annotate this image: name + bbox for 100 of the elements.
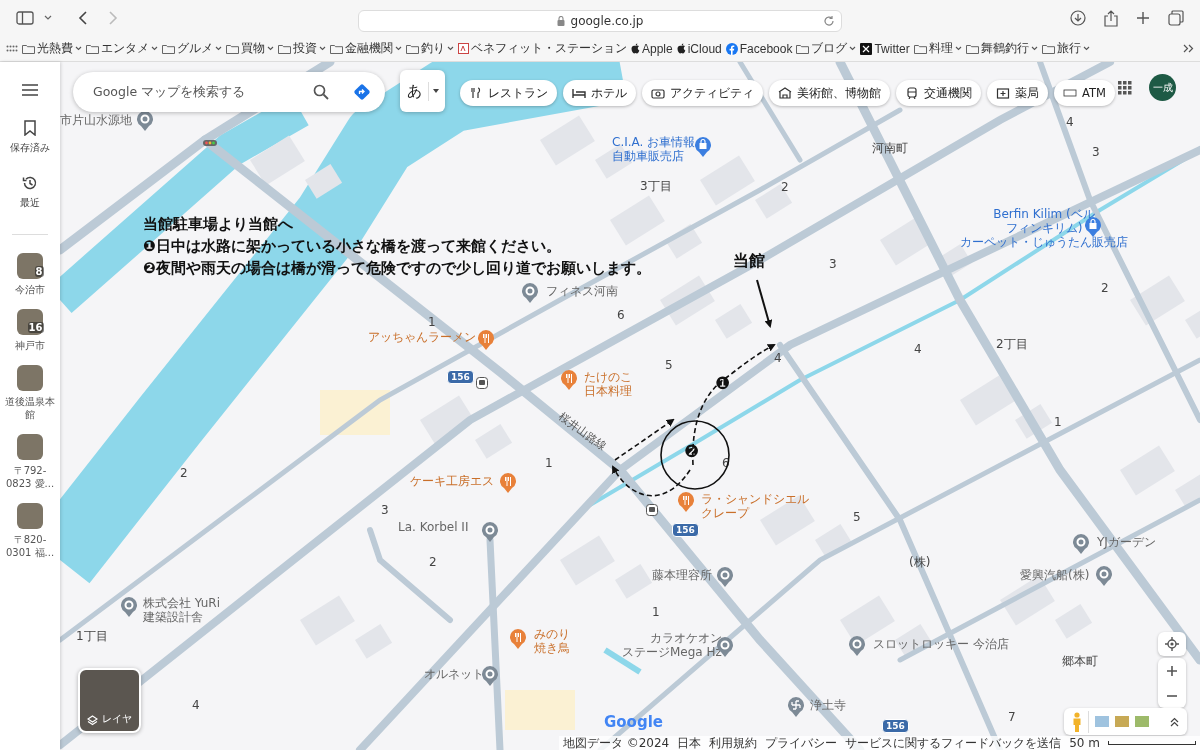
bookmark-link[interactable]: iCloud	[687, 41, 722, 56]
place-label[interactable]: YJガーデン	[1097, 536, 1156, 550]
bookmark-link[interactable]: 釣り	[421, 40, 445, 57]
category-chip[interactable]: アクティビティ	[642, 80, 763, 106]
menu-icon[interactable]	[22, 84, 38, 96]
place-label[interactable]: カラオケオン	[649, 632, 722, 646]
bookmark-link[interactable]: Apple	[642, 41, 673, 56]
recent-place-label[interactable]: 今治市	[15, 283, 45, 296]
category-chip[interactable]: レストラン	[460, 80, 557, 106]
back-icon[interactable]	[78, 11, 88, 25]
bookmark-link[interactable]: エンタメ	[101, 40, 149, 57]
bookmark-link[interactable]: 舞鶴釣行	[980, 40, 1029, 57]
apps-grid-icon[interactable]	[6, 44, 18, 53]
bookmark-link[interactable]: 投資	[293, 40, 317, 57]
place-label[interactable]: 株式会社 YuRi	[143, 597, 221, 611]
place-label[interactable]: 浄土寺	[810, 699, 846, 713]
reload-icon[interactable]	[823, 15, 835, 27]
restaurant-pin-icon[interactable]	[677, 491, 695, 512]
bus-stop-icon[interactable]	[476, 377, 488, 389]
place-pin-icon[interactable]	[1072, 533, 1090, 554]
place-pin-icon[interactable]	[481, 521, 499, 542]
restaurant-pin-icon[interactable]	[499, 472, 517, 493]
bookmark-link[interactable]: 光熱費	[37, 40, 73, 57]
photo-placeholder[interactable]	[16, 503, 43, 529]
place-label[interactable]: La. Korbel II	[398, 521, 469, 535]
restaurant-pin-icon[interactable]	[509, 628, 527, 649]
photo-placeholder[interactable]	[16, 309, 43, 335]
recent-place-label[interactable]: 道後温泉本館	[1, 395, 59, 421]
place-label[interactable]: 愛興汽船(株)	[1020, 569, 1090, 583]
place-pin-icon[interactable]	[1095, 565, 1113, 586]
place-pin-icon[interactable]	[716, 566, 734, 587]
place-pin-icon[interactable]	[120, 596, 138, 617]
photo-placeholder[interactable]	[16, 365, 43, 391]
category-chip[interactable]: 美術館、博物館	[769, 80, 890, 106]
history-icon[interactable]	[22, 175, 38, 191]
place-label[interactable]: スロットロッキー 今治店	[873, 638, 1009, 652]
bookmark-link[interactable]: ベネフィット・ステーション	[471, 40, 627, 57]
bookmark-link[interactable]: ブログ	[811, 40, 848, 57]
tabs-icon[interactable]	[1168, 10, 1184, 26]
apps-grid-icon[interactable]	[1118, 81, 1132, 95]
more-chevron-icon[interactable]	[1183, 44, 1194, 53]
place-label[interactable]: 建築設計舎	[143, 610, 221, 625]
bookmark-link[interactable]: Twitter	[874, 41, 910, 56]
place-label[interactable]: ケーキ工房エス	[410, 475, 494, 489]
place-pin-icon[interactable]	[481, 665, 499, 686]
place-pin-icon[interactable]	[521, 282, 539, 303]
category-chip[interactable]: 交通機関	[896, 80, 981, 106]
place-label[interactable]: みのり	[534, 628, 570, 642]
place-label[interactable]: 市片山水源地	[60, 114, 132, 128]
place-category: 日本料理	[584, 384, 632, 399]
footer-link[interactable]: 日本	[677, 734, 702, 750]
account-avatar[interactable]: 一成	[1149, 74, 1176, 101]
restaurant-pin-icon[interactable]	[560, 369, 578, 390]
bookmark-link[interactable]: Facebook	[739, 41, 793, 56]
place-label[interactable]: Berfin Kilim (ベル	[993, 208, 1095, 222]
plus-icon	[1167, 665, 1177, 676]
place-pin-icon[interactable]	[136, 110, 154, 131]
footer-link[interactable]: 利用規約	[709, 734, 758, 750]
bookmark-link[interactable]: 料理	[928, 40, 953, 57]
bookmark-link[interactable]: 買物	[241, 40, 265, 57]
place-label[interactable]: 藤本理容所	[652, 569, 712, 583]
chevron-down-icon[interactable]	[44, 15, 52, 21]
place-label[interactable]: オルネット	[424, 668, 484, 682]
place-label[interactable]: C.I.A. お車情報	[612, 136, 696, 150]
category-chip[interactable]: ホテル	[563, 80, 636, 106]
bookmark-link[interactable]: 金融機関	[345, 40, 393, 57]
layers-button[interactable]: レイヤ	[78, 668, 141, 733]
sidebar-label[interactable]: 最近	[20, 196, 40, 210]
recent-place-label[interactable]: 神戸市	[15, 339, 45, 352]
address-bar[interactable]: google.co.jp	[358, 10, 842, 32]
category-chip[interactable]: ATM	[1054, 80, 1115, 106]
sidebar-label[interactable]: 保存済み	[10, 141, 50, 155]
footer-link[interactable]: サービスに関するフィードバックを送信	[845, 734, 1062, 750]
photo-placeholder[interactable]	[16, 434, 43, 460]
search-icon[interactable]	[313, 84, 329, 100]
bookmark-link[interactable]: 旅行	[1056, 40, 1081, 57]
search-field[interactable]: Google マップを検索する	[73, 72, 385, 112]
place-label[interactable]: ラ・シャンドシエル	[701, 493, 809, 507]
place-label[interactable]: フィネス河南	[546, 285, 618, 299]
share-icon[interactable]	[1104, 9, 1118, 27]
sidebar-icon[interactable]	[16, 11, 34, 25]
place-label[interactable]: アッちゃんラーメン	[368, 331, 476, 345]
photo-placeholder[interactable]	[16, 253, 43, 279]
temple-pin-icon[interactable]	[787, 696, 805, 717]
caret-icon[interactable]	[433, 89, 439, 93]
footer-link[interactable]: プライバシー	[765, 734, 838, 750]
plus-icon[interactable]	[1136, 11, 1150, 25]
recent-place-label[interactable]: 〒820-0301 福...	[1, 533, 59, 559]
category-chip[interactable]: 薬局	[987, 80, 1048, 106]
recent-place-label[interactable]: 〒792-0823 愛...	[1, 464, 59, 490]
place-pin-icon[interactable]	[848, 635, 866, 656]
my-location-button[interactable]	[1158, 632, 1186, 656]
expand-icon[interactable]	[1170, 716, 1179, 727]
bookmark-icon[interactable]	[24, 120, 36, 136]
place-label[interactable]: たけのこ	[584, 371, 632, 385]
bookmark-link[interactable]: グルメ	[177, 40, 213, 57]
restaurant-pin-icon[interactable]	[477, 329, 495, 350]
download-icon[interactable]	[1070, 10, 1086, 26]
bus-stop-icon[interactable]	[646, 504, 658, 516]
shopping-pin-icon[interactable]	[694, 136, 712, 157]
